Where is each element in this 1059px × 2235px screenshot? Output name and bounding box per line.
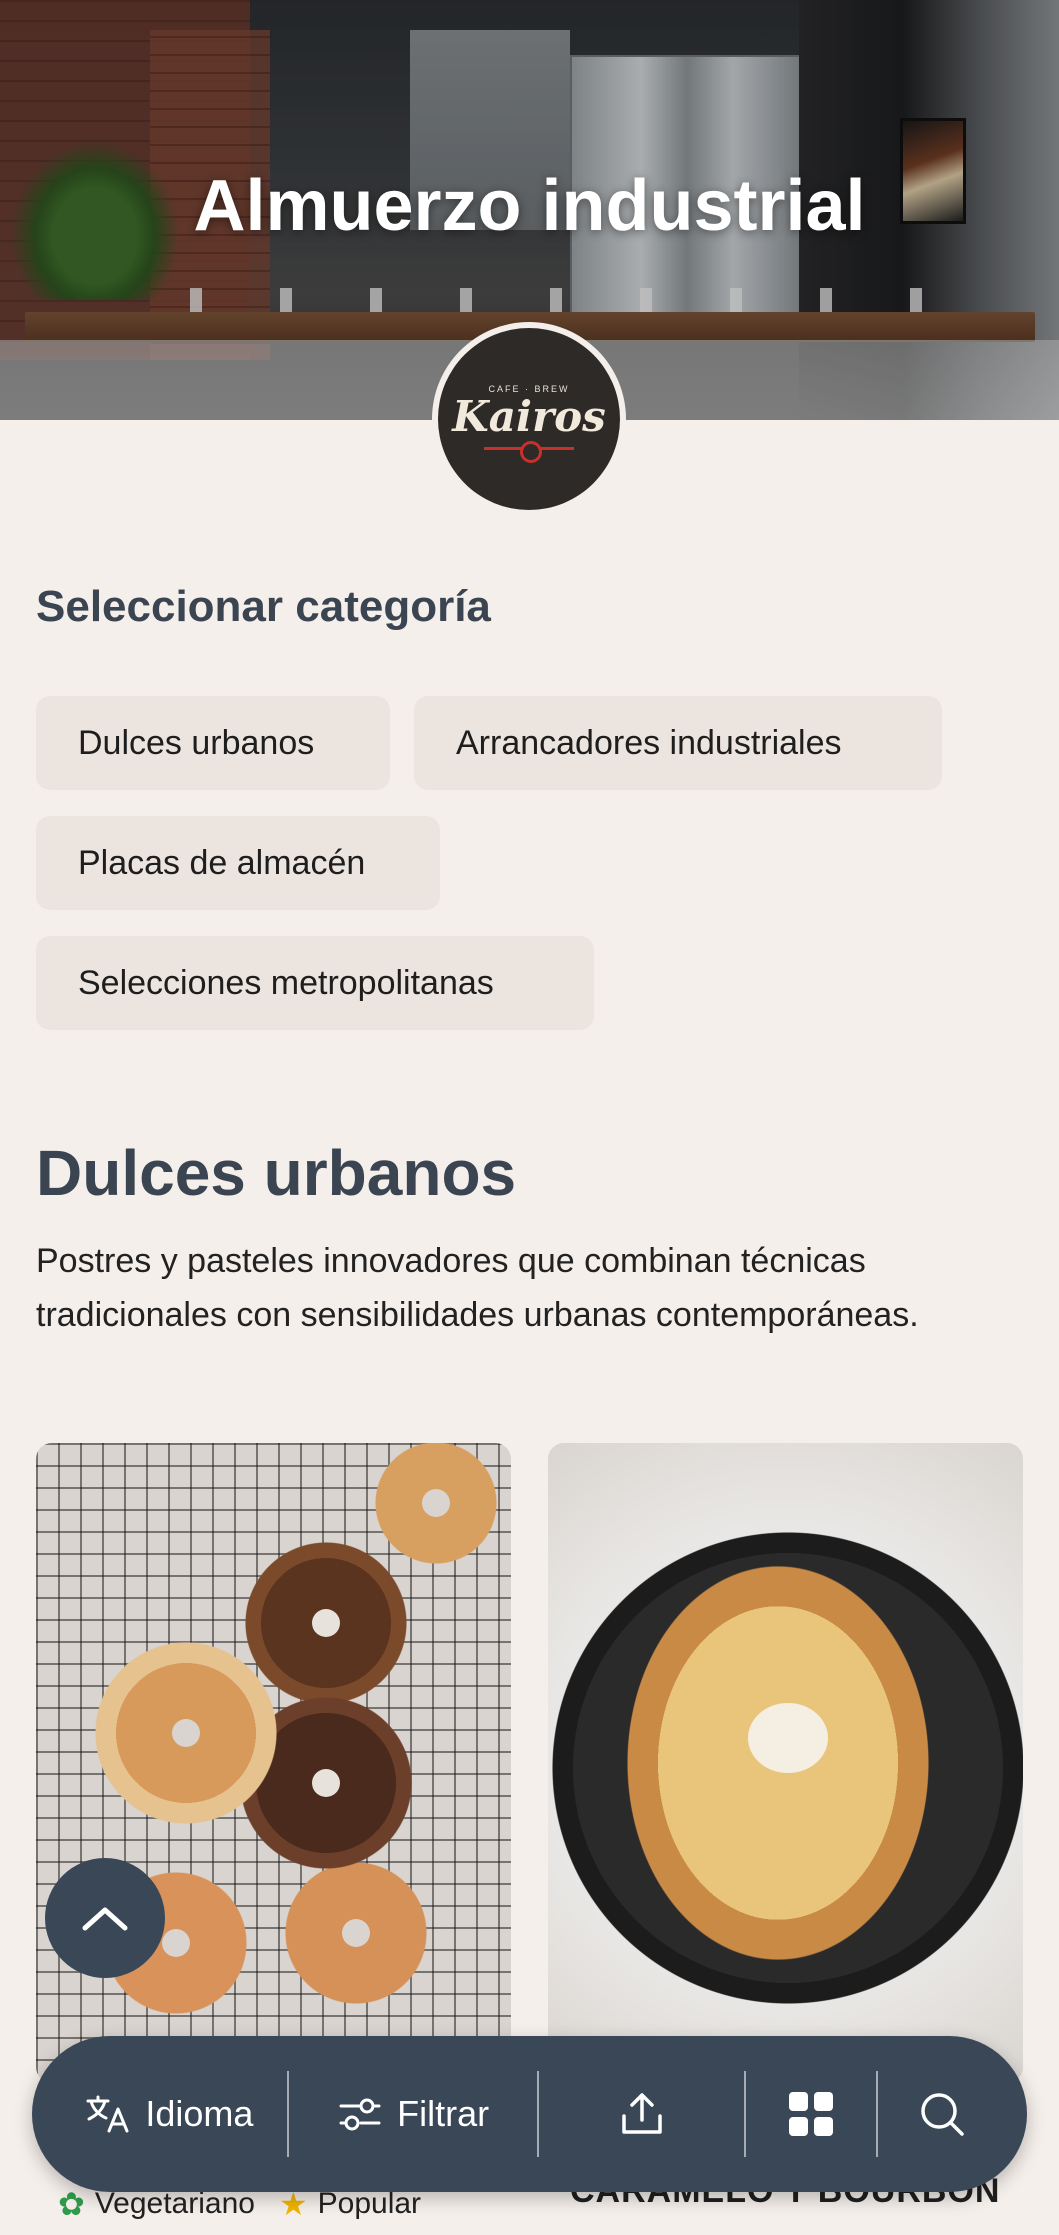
product-image-donuts[interactable]: [36, 1443, 511, 2083]
grid-icon: [789, 2092, 833, 2136]
donut-hole: [162, 1929, 190, 1957]
section-description: Postres y pasteles innovadores que combi…: [36, 1242, 919, 1334]
logo-badge: CAFE · BREW Kairos: [438, 328, 620, 510]
share-button[interactable]: [539, 2090, 744, 2138]
donut-hole: [172, 1719, 200, 1747]
category-chip-selecciones[interactable]: Selecciones metropolitanas: [36, 936, 594, 1030]
category-chip-placas[interactable]: Placas de almacén: [36, 816, 440, 910]
language-button[interactable]: Idioma: [52, 2093, 287, 2135]
gear-icon: [484, 441, 574, 463]
hero-title: Almuerzo industrial: [193, 166, 866, 246]
donut-hole: [422, 1489, 450, 1517]
search-icon: [921, 2093, 965, 2136]
tag-popular: Popular: [317, 2187, 422, 2220]
chevron-up-icon: [82, 1907, 128, 1931]
filter-icon: [339, 2098, 381, 2131]
filter-label: Filtrar: [397, 2093, 490, 2134]
filter-button[interactable]: Filtrar: [289, 2093, 538, 2135]
share-icon: [622, 2093, 662, 2134]
restaurant-logo: CAFE · BREW Kairos: [432, 322, 626, 516]
tag-vegetarian: Vegetariano: [94, 2187, 255, 2220]
logo-name: Kairos: [452, 392, 606, 441]
language-label: Idioma: [145, 2093, 254, 2134]
section-title: Dulces urbanos: [36, 1137, 517, 1209]
leaf-icon: ✿: [58, 2186, 85, 2222]
category-chip-arrancadores[interactable]: Arrancadores industriales: [414, 696, 942, 790]
donut-hole: [312, 1609, 340, 1637]
category-chip-dulces-urbanos[interactable]: Dulces urbanos: [36, 696, 390, 790]
donut-hole: [312, 1769, 340, 1797]
search-button[interactable]: [878, 2090, 1007, 2138]
product-image-skillet[interactable]: [548, 1443, 1023, 2083]
translate-icon: [86, 2095, 129, 2133]
donut-hole: [342, 1919, 370, 1947]
grid-view-button[interactable]: [746, 2090, 875, 2138]
ice-cream-scoop: [748, 1703, 828, 1773]
category-heading: Seleccionar categoría: [36, 582, 491, 631]
scroll-to-top-button[interactable]: [45, 1858, 165, 1978]
bottom-toolbar: Idioma Filtrar: [32, 2036, 1027, 2192]
